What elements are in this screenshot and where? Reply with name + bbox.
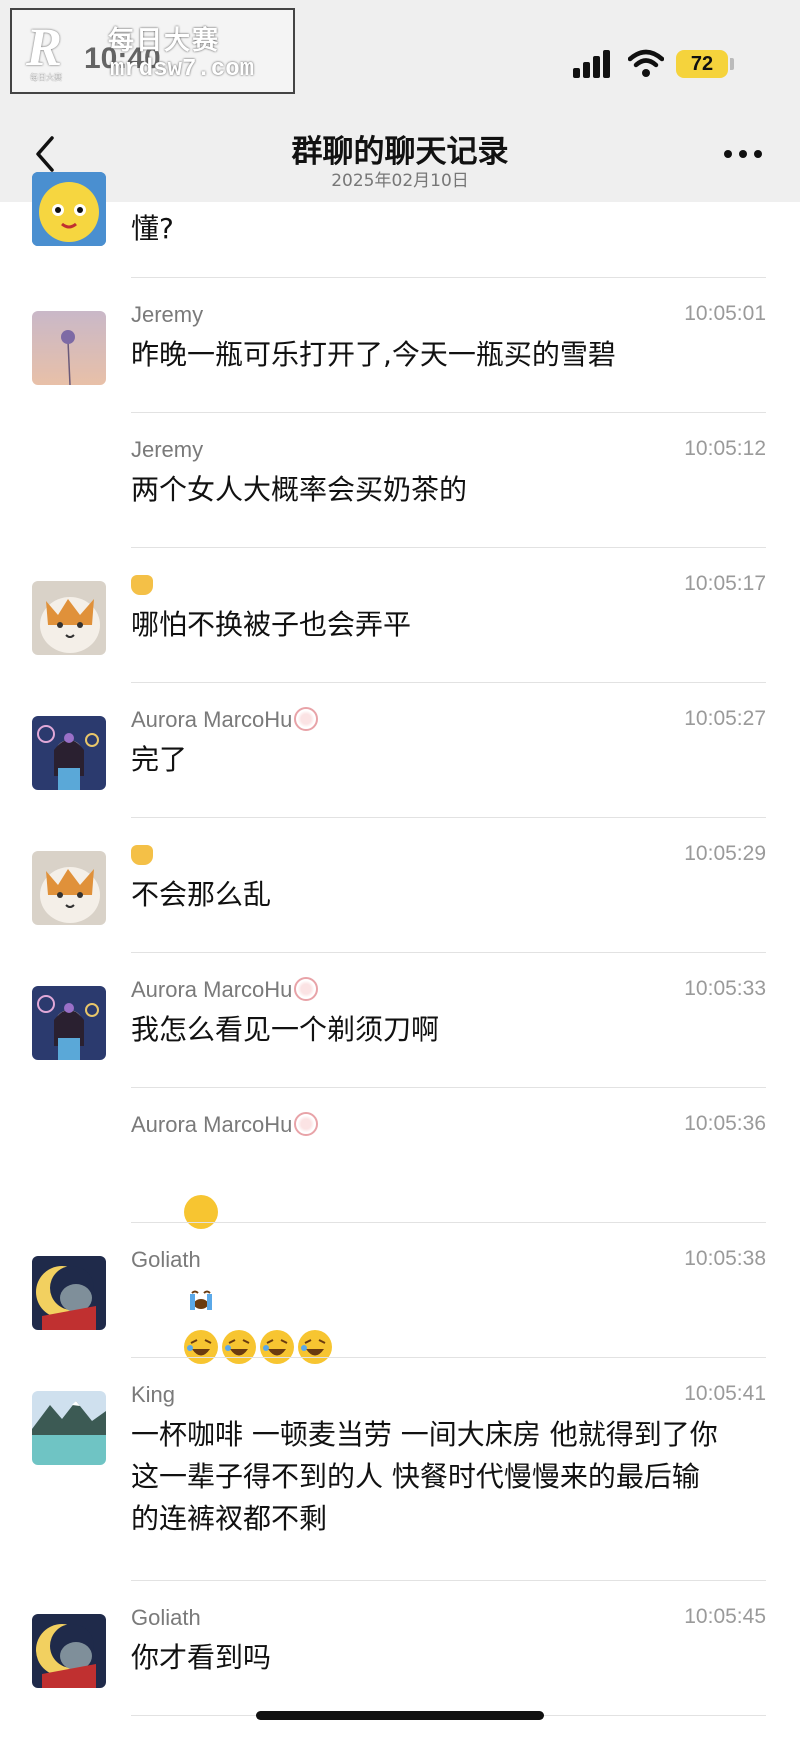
message-item: 懂? [0,172,800,278]
avatar[interactable] [32,172,106,246]
message-text: 你才看到吗 [131,1641,272,1674]
message-sender: Jeremy [131,302,204,327]
watermark-url: mrdsw7.com [110,56,255,83]
page-subtitle-date: 2025年02月10日 [331,171,469,191]
watermark-logo: R [26,17,63,77]
message-time: 10:05:36 [684,1112,766,1135]
message-time: 10:05:27 [684,707,766,730]
message-time: 10:05:01 [684,302,766,325]
message-item: Jeremy 10:05:01 昨晚一瓶可乐打开了,今天一瓶买的雪碧 [0,278,800,413]
avatar[interactable] [32,311,106,385]
sender-name: Aurora MarcoHu [131,707,293,732]
message-time: 10:05:38 [684,1247,766,1270]
message-text: 不会那么乱 [131,878,272,911]
home-indicator[interactable] [256,1711,544,1720]
message-sender: Aurora MarcoHu [131,707,319,733]
message-sender: Goliath [131,1605,201,1630]
sender-name: Aurora MarcoHu [131,1112,293,1137]
message-item: Goliath 10:05:45 你才看到吗 [0,1581,800,1716]
message-sender: Goliath [131,1247,201,1272]
message-item: King 10:05:41 一杯咖啡 一顿麦当劳 一间大床房 他就得到了你 这一… [0,1358,800,1581]
message-text: 一杯咖啡 一顿麦当劳 一间大床房 他就得到了你 这一辈子得不到的人 快餐时代慢慢… [131,1418,718,1535]
message-item: 10:05:29 不会那么乱 [0,818,800,953]
message-item: Aurora MarcoHu 10:05:33 我怎么看见一个剃须刀啊 [0,953,800,1088]
avatar[interactable] [32,1256,106,1330]
message-text: 两个女人大概率会买奶茶的 [131,473,468,506]
avatar[interactable] [32,1391,106,1465]
message-item: Aurora MarcoHu 10:05:27 完了 [0,683,800,818]
status-bar: 10:40 R 每日大赛 每日大赛 mrdsw7.com 72 [0,0,800,110]
flower-badge-icon [294,977,319,1001]
avatar[interactable] [32,716,106,790]
battery-indicator: 72 [676,50,728,78]
message-time: 10:05:33 [684,977,766,1000]
watermark-cn: 每日大赛 [108,26,221,56]
message-item: Goliath 10:05:38 [0,1223,800,1364]
top-bar: 10:40 R 每日大赛 每日大赛 mrdsw7.com 72 群聊的聊天记录 … [0,0,800,202]
message-sender: King [131,1382,176,1407]
signal-icon [573,50,613,78]
avatar[interactable] [32,581,106,655]
message-time: 10:05:12 [684,437,766,460]
flower-badge-icon [294,1112,319,1136]
message-time: 10:05:29 [684,842,766,865]
more-button[interactable] [724,150,764,160]
message-time: 10:05:45 [684,1605,766,1628]
message-sender: Aurora MarcoHu [131,977,319,1003]
message-text: 昨晚一瓶可乐打开了,今天一瓶买的雪碧 [131,338,616,371]
message-time: 10:05:41 [684,1382,766,1405]
message-time: 10:05:17 [684,572,766,595]
watermark-logo-sub: 每日大赛 [30,73,62,82]
message-sender: Aurora MarcoHu [131,1112,319,1138]
message-item: Aurora MarcoHu 10:05:36 [0,1088,800,1310]
message-sender: Jeremy [131,437,204,462]
watermark: R 每日大赛 每日大赛 mrdsw7.com [10,8,295,94]
wifi-icon [627,48,665,78]
message-sender [131,572,153,598]
sender-name: Aurora MarcoHu [131,977,293,1002]
message-text: 完了 [131,743,188,776]
message-sender [131,842,153,868]
flower-badge-icon [294,707,319,731]
cat-face-emoji [131,575,153,595]
message-text: 我怎么看见一个剃须刀啊 [131,1013,440,1046]
message-item: 10:05:17 哪怕不换被子也会弄平 [0,548,800,683]
page-title: 群聊的聊天记录 [291,134,509,170]
message-text: 哪怕不换被子也会弄平 [131,608,412,641]
message-item: Jeremy 10:05:12 两个女人大概率会买奶茶的 [0,413,800,548]
cat-face-emoji [131,845,153,865]
avatar[interactable] [32,1614,106,1688]
battery-tip [730,58,734,70]
avatar[interactable] [32,986,106,1060]
avatar[interactable] [32,851,106,925]
message-text: 懂? [131,212,174,245]
